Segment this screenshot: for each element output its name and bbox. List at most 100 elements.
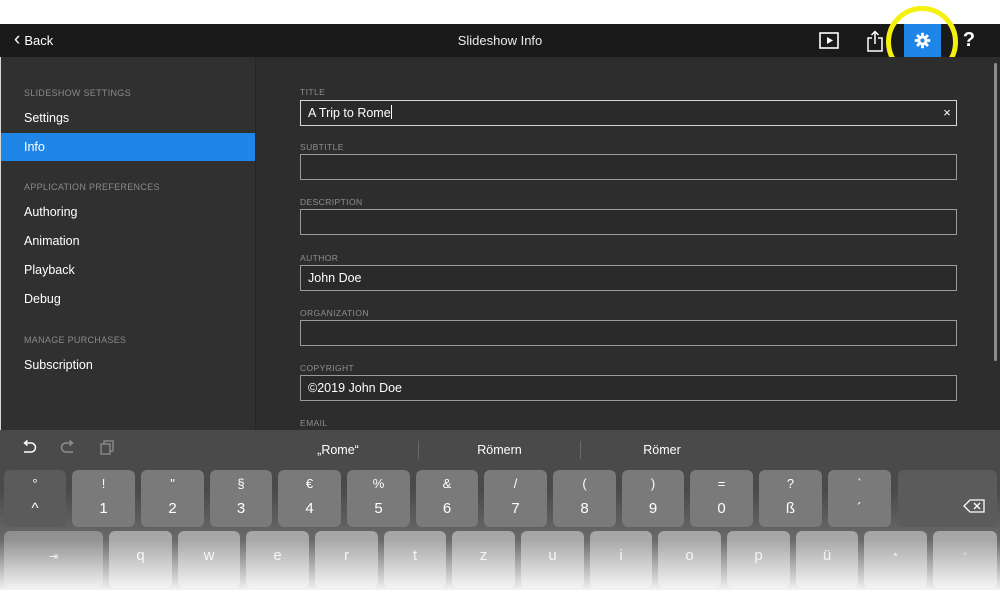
description-label: DESCRIPTION <box>300 197 363 207</box>
title-value: A Trip to Rome <box>308 106 391 120</box>
key-5[interactable]: % 5 <box>347 470 410 527</box>
title-field[interactable]: A Trip to Rome <box>300 100 957 126</box>
sidebar-item-subscription[interactable]: Subscription <box>1 351 255 379</box>
scrollbar[interactable] <box>994 63 997 361</box>
sidebar-item-authoring[interactable]: Authoring <box>1 198 255 226</box>
undo-icon[interactable] <box>21 439 37 459</box>
tab-key[interactable]: ⇥ <box>4 531 103 588</box>
key-u-umlaut[interactable]: ü <box>796 531 858 588</box>
tab-label: ⇥ <box>48 551 59 563</box>
key-bottom-glyph: ß <box>785 500 796 517</box>
key-hash[interactable]: ' <box>933 531 997 588</box>
subtitle-label: SUBTITLE <box>300 142 344 152</box>
key-4[interactable]: € 4 <box>278 470 341 527</box>
key-i[interactable]: i <box>590 531 652 588</box>
key-bottom-glyph: 3 <box>236 500 246 517</box>
key-q[interactable]: q <box>109 531 172 588</box>
key-top-glyph: € <box>305 476 314 491</box>
paste-icon[interactable] <box>100 440 114 460</box>
settings-button[interactable] <box>904 24 941 57</box>
key-bottom-glyph: 1 <box>99 500 108 517</box>
author-field[interactable]: John Doe <box>300 265 957 291</box>
section-header-slideshow-settings: SLIDESHOW SETTINGS <box>24 88 131 98</box>
suggestion-2[interactable]: Römern <box>419 430 580 468</box>
key-sharp-s[interactable]: ? ß <box>759 470 822 527</box>
key-circumflex[interactable]: ° ^ <box>4 470 66 527</box>
key-3[interactable]: § 3 <box>210 470 272 527</box>
key-1[interactable]: ! 1 <box>72 470 135 527</box>
key-8[interactable]: ( 8 <box>553 470 616 527</box>
key-u[interactable]: u <box>521 531 584 588</box>
key-9[interactable]: ) 9 <box>622 470 684 527</box>
key-6[interactable]: & 6 <box>416 470 478 527</box>
text-cursor <box>390 105 392 119</box>
subtitle-field[interactable] <box>300 154 957 180</box>
key-top-glyph: & <box>442 476 452 491</box>
backspace-icon <box>963 499 985 513</box>
key-top-glyph: ? <box>786 476 795 491</box>
author-label: AUTHOR <box>300 253 339 263</box>
suggestion-3[interactable]: Römer <box>581 430 743 468</box>
back-label: Back <box>24 33 54 48</box>
key-bottom-glyph: 2 <box>168 500 177 517</box>
section-header-manage-purchases: MANAGE PURCHASES <box>24 335 127 345</box>
description-field[interactable] <box>300 209 957 235</box>
key-top-glyph: ) <box>650 476 656 491</box>
key-top-glyph: ` <box>857 476 862 491</box>
key-bottom-glyph: 5 <box>374 500 383 517</box>
title-bar: ‹ Back Slideshow Info ? <box>0 24 1000 57</box>
key-bottom-glyph: 8 <box>580 500 589 517</box>
key-top-glyph: / <box>513 476 518 491</box>
sidebar-item-info[interactable]: Info <box>1 133 255 161</box>
share-icon[interactable] <box>863 24 887 57</box>
key-top-glyph: * <box>893 551 898 563</box>
organization-field[interactable] <box>300 320 957 346</box>
key-top-glyph: § <box>237 476 245 491</box>
copyright-field[interactable]: ©2019 John Doe <box>300 375 957 401</box>
key-top-glyph: ° <box>32 476 38 491</box>
key-bottom-glyph: 4 <box>305 500 314 517</box>
key-bottom-glyph: 6 <box>442 500 452 517</box>
key-bottom-glyph: 7 <box>511 500 520 517</box>
sidebar-item-playback[interactable]: Playback <box>1 256 255 284</box>
key-p[interactable]: p <box>727 531 790 588</box>
suggestion-1[interactable]: „Rome“ <box>258 430 418 468</box>
key-e[interactable]: e <box>246 531 309 588</box>
key-o[interactable]: o <box>658 531 721 588</box>
sidebar-item-animation[interactable]: Animation <box>1 227 255 255</box>
organization-label: ORGANIZATION <box>300 308 369 318</box>
key-7[interactable]: / 7 <box>484 470 547 527</box>
email-label: EMAIL <box>300 418 328 428</box>
key-top-glyph: ! <box>101 476 106 491</box>
close-icon[interactable]: × <box>941 106 953 119</box>
copyright-label: COPYRIGHT <box>300 363 355 373</box>
key-2[interactable]: " 2 <box>141 470 204 527</box>
key-w[interactable]: w <box>178 531 240 588</box>
sidebar: SLIDESHOW SETTINGS Settings Info APPLICA… <box>0 57 255 430</box>
key-top-glyph: % <box>372 476 385 491</box>
key-accent[interactable]: ` ´ <box>828 470 891 527</box>
back-button[interactable]: ‹ Back <box>14 24 53 57</box>
key-plus[interactable]: * <box>864 531 927 588</box>
help-icon[interactable]: ? <box>958 24 980 57</box>
key-r[interactable]: r <box>315 531 378 588</box>
key-0[interactable]: = 0 <box>690 470 753 527</box>
play-icon[interactable] <box>817 24 841 57</box>
key-bottom-glyph: ^ <box>31 500 39 517</box>
backspace-key[interactable] <box>898 470 997 527</box>
key-bottom-glyph: ´ <box>857 500 862 517</box>
key-bottom-glyph: 9 <box>648 500 658 517</box>
key-top-glyph: ' <box>963 551 967 563</box>
chevron-left-icon: ‹ <box>14 29 21 50</box>
key-t[interactable]: t <box>384 531 446 588</box>
gear-icon <box>914 32 931 49</box>
sidebar-item-settings[interactable]: Settings <box>1 104 255 132</box>
key-bottom-glyph: 0 <box>717 500 726 517</box>
key-top-glyph: " <box>170 476 175 491</box>
key-top-glyph: ( <box>582 476 587 491</box>
redo-icon[interactable] <box>60 439 76 459</box>
key-z[interactable]: z <box>452 531 515 588</box>
keyboard-shortcut-bar: „Rome“ Römern Römer <box>0 430 1000 468</box>
window-title: Slideshow Info <box>457 33 543 48</box>
sidebar-item-debug[interactable]: Debug <box>1 285 255 313</box>
